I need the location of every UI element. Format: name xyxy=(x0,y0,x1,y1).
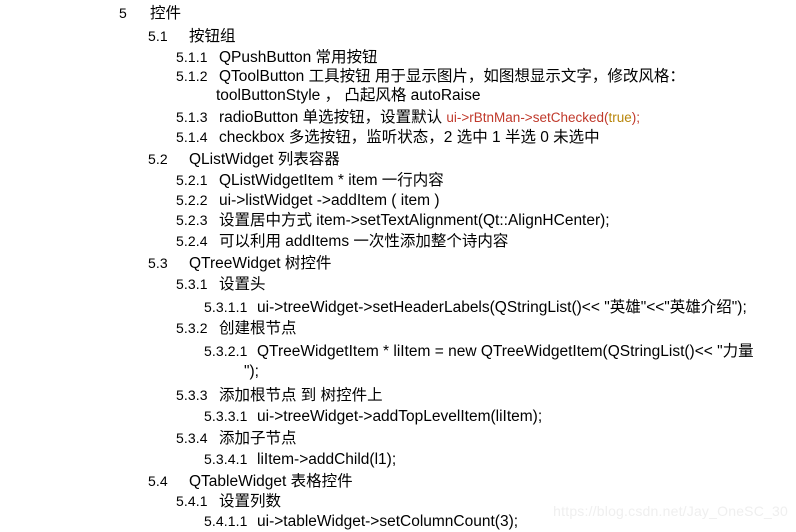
outline-item-number: 5.3.1.1 xyxy=(204,299,248,315)
outline-item-text: ui->tableWidget->setColumnCount(3); xyxy=(257,513,519,530)
outline-item-number: 5.3 xyxy=(148,255,168,271)
outline-item: 5.1.3 radioButton 单选按钮，设置默认 ui->rBtnMan->… xyxy=(0,107,640,127)
outline-item-number: 5.3.4 xyxy=(176,430,208,446)
outline-item-text: "); xyxy=(244,363,259,380)
outline-item: 5.1 按钮组 xyxy=(0,26,236,46)
outline-item: 5.3.1.1 ui->treeWidget->setHeaderLabels(Q… xyxy=(0,297,747,317)
document-page: 5 控件 5.1 按钮组 5.1.1 QPushButton 常用按钮 5.1.2 QTool… xyxy=(0,0,796,530)
outline-item-number: 5.3.3 xyxy=(176,387,208,403)
outline-item-number: 5.3.4.1 xyxy=(204,451,248,467)
outline-item-text: QTreeWidgetItem * liItem = new QTreeWidg… xyxy=(257,343,754,360)
outline-item-text: checkbox 多选按钮，监听状态，2 选中 1 半选 0 未选中 xyxy=(219,129,600,146)
inline-code-literal: true xyxy=(608,110,632,125)
outline-item-number: 5.4.1.1 xyxy=(204,513,248,529)
outline-item-text: QTreeWidget 树控件 xyxy=(189,255,332,272)
outline-item: 5.2.3 设置居中方式 item->setTextAlignment(Qt::A… xyxy=(0,210,610,230)
outline-item-number: 5.1 xyxy=(148,28,168,44)
csdn-watermark: https://blog.csdn.net/Jay_OneSC_30 xyxy=(553,503,788,519)
outline-item-number: 5.2.1 xyxy=(176,172,208,188)
outline-item-text: 创建根节点 xyxy=(219,320,297,337)
outline-item: 5.2 QListWidget 列表容器 xyxy=(0,149,340,169)
outline-item: 5.2.4 可以利用 addItems 一次性添加整个诗内容 xyxy=(0,231,508,251)
outline-item-text: 设置居中方式 item->setTextAlignment(Qt::AlignH… xyxy=(219,212,610,229)
outline-item-text: 控件 xyxy=(150,5,182,22)
outline-item-number: 5.3.2 xyxy=(176,320,208,336)
outline-item-number: 5.2.2 xyxy=(176,192,208,208)
outline-item-text: QTableWidget 表格控件 xyxy=(189,473,353,490)
inline-code: ui->rBtnMan->setChecked( xyxy=(446,110,609,125)
outline-item-number: 5.3.1 xyxy=(176,276,208,292)
outline-item-text: QToolButton 工具按钮 用于显示图片，如图想显示文字，修改风格： xyxy=(219,68,685,85)
outline-item-number: 5.1.4 xyxy=(176,129,208,145)
outline-item-text: 设置头 xyxy=(219,276,266,293)
outline-item-number: 5.4 xyxy=(148,473,168,489)
outline-item-number: 5 xyxy=(119,5,127,21)
outline-item-number: 5.1.1 xyxy=(176,49,208,65)
outline-item-number: 5.4.1 xyxy=(176,493,208,509)
outline-item: 5.1.4 checkbox 多选按钮，监听状态，2 选中 1 半选 0 未选中 xyxy=(0,127,600,147)
outline-item-text: 按钮组 xyxy=(189,28,236,45)
outline-item-number: 5.1.3 xyxy=(176,109,208,125)
outline-item: 5.3 QTreeWidget 树控件 xyxy=(0,253,331,273)
outline-item-number: 5.3.3.1 xyxy=(204,408,248,424)
outline-item-text: 设置列数 xyxy=(219,493,282,510)
outline-item-number: 5.2.3 xyxy=(176,212,208,228)
outline-item: 5.1.1 QPushButton 常用按钮 xyxy=(0,47,378,67)
outline-item: 5.4 QTableWidget 表格控件 xyxy=(0,471,353,491)
outline-item: 5.4.1.1 ui->tableWidget->setColumnCount(3… xyxy=(0,511,518,531)
outline-item-continuation: "); xyxy=(0,362,259,382)
outline-item-text: radioButton 单选按钮，设置默认 xyxy=(219,109,447,126)
outline-item: 5.2.2 ui->listWidget ->addItem ( item ) xyxy=(0,190,440,210)
outline-item-text: QListWidget 列表容器 xyxy=(189,151,340,168)
outline-item-text: ui->treeWidget->setHeaderLabels(QStringL… xyxy=(257,299,747,316)
outline-item: 5.3.3.1 ui->treeWidget->addTopLevelItem(l… xyxy=(0,406,542,426)
outline-item-text: ui->listWidget ->addItem ( item ) xyxy=(219,192,440,209)
outline-item-text: QPushButton 常用按钮 xyxy=(219,49,378,66)
outline-item-text: ui->treeWidget->addTopLevelItem(liItem); xyxy=(257,408,543,425)
outline-item: 5.3.1 设置头 xyxy=(0,274,266,294)
inline-code-tail: ); xyxy=(631,110,640,125)
outline-item: 5.3.3 添加根节点 到 树控件上 xyxy=(0,385,383,405)
outline-item: 5.2.1 QListWidgetItem * item 一行内容 xyxy=(0,170,444,190)
outline-item: 5.3.2 创建根节点 xyxy=(0,318,297,338)
outline-item-number: 5.2 xyxy=(148,151,168,167)
outline-item: 5 控件 xyxy=(0,3,181,23)
outline-item-number: 5.1.2 xyxy=(176,68,208,84)
outline-item-text: 添加根节点 到 树控件上 xyxy=(219,387,383,404)
outline-item-text: 添加子节点 xyxy=(219,430,297,447)
outline-item: 5.3.4.1 liItem->addChild(l1); xyxy=(0,449,396,469)
outline-item-continuation: toolButtonStyle ， 凸起风格 autoRaise xyxy=(0,86,480,106)
outline-item: 5.4.1 设置列数 xyxy=(0,491,281,511)
outline-item-text: toolButtonStyle ， 凸起风格 autoRaise xyxy=(216,87,481,104)
outline-item-number: 5.2.4 xyxy=(176,233,208,249)
outline-item: 5.3.4 添加子节点 xyxy=(0,428,297,448)
outline-item-text: liItem->addChild(l1); xyxy=(257,451,397,468)
outline-item: 5.1.2 QToolButton 工具按钮 用于显示图片，如图想显示文字，修改风… xyxy=(0,66,685,86)
outline-item-number: 5.3.2.1 xyxy=(204,343,248,359)
outline-item-text: 可以利用 addItems 一次性添加整个诗内容 xyxy=(219,233,509,250)
outline-item-text: QListWidgetItem * item 一行内容 xyxy=(219,172,444,189)
outline-item: 5.3.2.1 QTreeWidgetItem * liItem = new QT… xyxy=(0,341,754,361)
